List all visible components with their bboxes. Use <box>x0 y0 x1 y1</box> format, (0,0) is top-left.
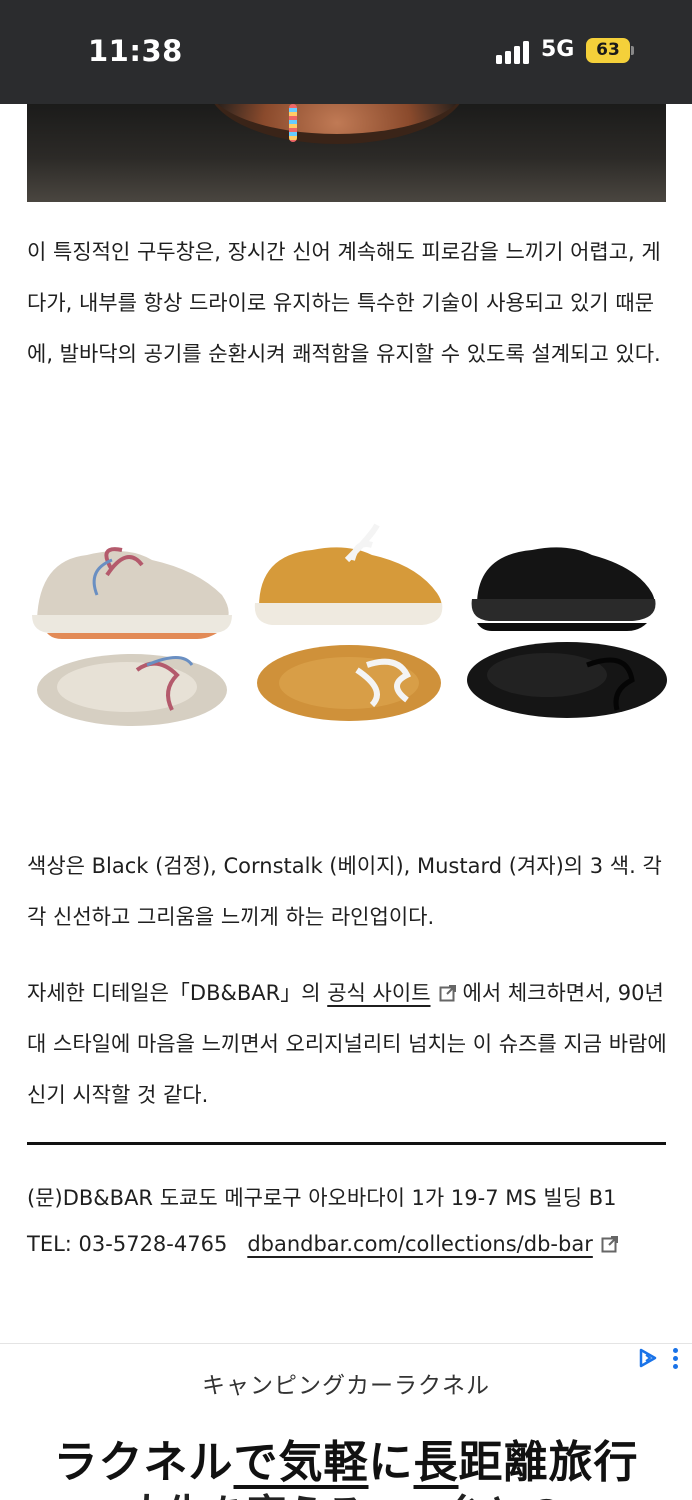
article-paragraph: 색상은 Black (검정), Cornstalk (베이지), Mustard… <box>27 854 662 929</box>
black-shoe <box>467 547 667 718</box>
ad-headline: ラクネルで気軽に長距離旅行 <box>0 1426 692 1490</box>
external-link-icon[interactable] <box>439 984 457 1002</box>
store-address: (문)DB&BAR 도쿄도 메구로구 아오바다이 1가 19-7 MS 빌딩 B… <box>27 1186 617 1210</box>
battery-icon: 63 <box>586 38 630 63</box>
article-paragraph: 이 특징적인 구두창은, 장시간 신어 계속해도 피로감을 느끼기 어렵고, 게… <box>27 240 661 366</box>
section-divider <box>27 1142 666 1145</box>
advertisement-banner[interactable]: キャンピングカーラクネル ラクネルで気軽に長距離旅行 人生を変える 台との <box>0 1343 692 1500</box>
adchoices-icon[interactable] <box>638 1348 658 1368</box>
status-time: 11:38 <box>88 34 183 68</box>
shoes-illustration <box>32 523 667 726</box>
external-link-icon[interactable] <box>601 1235 619 1253</box>
ad-headline-part: で気軽 <box>233 1437 369 1488</box>
cornstalk-shoe <box>32 547 232 726</box>
ad-brand-name: キャンピングカーラクネル <box>202 1373 490 1399</box>
article-paragraph: 자세한 디테일은「DB&BAR」의 공식 사이트 에서 체크하면서, 90년대 스… <box>27 968 667 1121</box>
shoe-lace-shape <box>289 104 297 142</box>
shoe-photo-shape <box>207 104 467 144</box>
ad-headline-part: ラクネル <box>53 1437 234 1488</box>
ad-headline-part: 距離旅行 <box>458 1437 639 1488</box>
article-hero-image <box>27 104 666 202</box>
mustard-shoe <box>254 523 443 721</box>
ad-subline: 人生を変える 台との <box>0 1482 692 1500</box>
shoes-product-image <box>27 515 667 735</box>
ad-headline-part: に <box>368 1437 414 1488</box>
paragraph-text: 자세한 디테일은「DB&BAR」의 <box>27 981 328 1005</box>
website-link[interactable]: dbandbar.com/collections/db-bar <box>247 1232 593 1256</box>
battery-cap <box>631 46 634 55</box>
phone-number[interactable]: TEL: 03-5728-4765 <box>27 1232 227 1256</box>
official-site-link[interactable]: 공식 사이트 <box>327 981 430 1005</box>
contact-line: TEL: 03-5728-4765 dbandbar.com/collection… <box>27 1232 677 1256</box>
cellular-signal-icon <box>496 40 534 64</box>
network-type: 5G <box>541 37 575 62</box>
ad-headline-part: 長 <box>413 1437 459 1488</box>
status-bar: 11:38 5G 63 <box>0 0 692 104</box>
